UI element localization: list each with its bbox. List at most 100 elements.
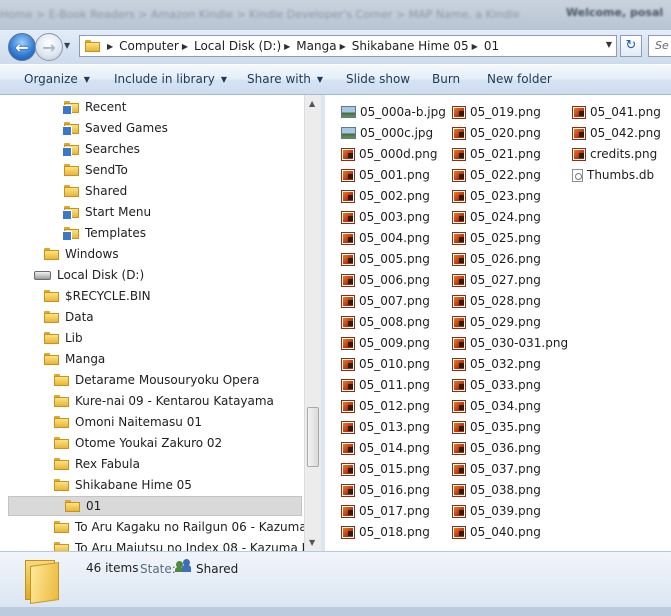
tree-item[interactable]: Saved Games (62, 118, 168, 138)
organize-button[interactable]: Organize ▼ (24, 72, 90, 86)
file-item[interactable]: 05_025.png (452, 228, 541, 248)
chevron-down-icon: ▼ (220, 75, 228, 84)
file-item[interactable]: 05_022.png (452, 165, 541, 185)
file-item[interactable]: 05_011.png (341, 375, 430, 395)
breadcrumb-item[interactable]: ▶ Computer (104, 39, 179, 53)
file-item[interactable]: 05_034.png (452, 396, 541, 416)
tree-item[interactable]: SendTo (64, 160, 128, 180)
file-item[interactable]: 05_004.png (341, 228, 430, 248)
tree-item[interactable]: Rex Fabula (54, 454, 140, 474)
tree-item[interactable]: Manga (44, 349, 105, 369)
file-item[interactable]: 05_000a-b.jpg (341, 102, 446, 122)
file-item[interactable]: 05_000c.jpg (341, 123, 433, 143)
navigation-pane-scrollbar[interactable]: ▲ ▼ (304, 95, 321, 551)
new-folder-button[interactable]: New folder (487, 72, 552, 86)
file-item[interactable]: 05_001.png (341, 165, 430, 185)
file-item[interactable]: 05_036.png (452, 438, 541, 458)
search-input[interactable]: Se (648, 35, 671, 57)
tree-item[interactable]: Otome Youkai Zakuro 02 (54, 433, 222, 453)
file-item[interactable]: 05_026.png (452, 249, 541, 269)
file-item[interactable]: 05_010.png (341, 354, 430, 374)
file-item[interactable]: 05_003.png (341, 207, 430, 227)
file-item[interactable]: 05_038.png (452, 480, 541, 500)
file-item[interactable]: 05_007.png (341, 291, 430, 311)
file-item[interactable]: credits.png (572, 144, 657, 164)
file-item[interactable]: 05_009.png (341, 333, 430, 353)
file-name: 05_014.png (359, 441, 430, 455)
breadcrumb-separator-icon[interactable]: ▶ (284, 42, 290, 51)
file-item[interactable]: 05_028.png (452, 291, 541, 311)
file-item[interactable]: 05_030-031.png (452, 333, 568, 353)
file-item[interactable]: 05_041.png (572, 102, 661, 122)
file-item[interactable]: 05_021.png (452, 144, 541, 164)
file-item[interactable]: 05_002.png (341, 186, 430, 206)
file-item[interactable]: 05_033.png (452, 375, 541, 395)
tree-item[interactable]: Templates (62, 223, 146, 243)
breadcrumb-item[interactable]: ▶ 01 (469, 39, 499, 53)
back-button[interactable]: ← (8, 33, 36, 61)
file-item[interactable]: 05_037.png (452, 459, 541, 479)
tree-item[interactable]: Omoni Naitemasu 01 (54, 412, 202, 432)
tree-item[interactable]: Local Disk (D:) (34, 265, 144, 285)
file-item[interactable]: 05_019.png (452, 102, 541, 122)
png-file-icon (452, 462, 466, 476)
tree-item[interactable]: Start Menu (62, 202, 151, 222)
tree-item[interactable]: Detarame Mousouryoku Opera (54, 370, 259, 390)
address-bar[interactable]: ▶ Computer ▶ Local Disk (D:) ▶ Manga ▶ Shikaban… (79, 35, 617, 57)
tree-item[interactable]: Shared (64, 181, 127, 201)
tree-item[interactable]: To Aru Kagaku no Railgun 06 - Kazuma Kam… (54, 517, 304, 537)
file-item[interactable]: 05_014.png (341, 438, 430, 458)
file-item[interactable]: 05_042.png (572, 123, 661, 143)
tree-item[interactable]: Shikabane Hime 05 (54, 475, 192, 495)
file-item[interactable]: 05_006.png (341, 270, 430, 290)
file-item[interactable]: 05_008.png (341, 312, 430, 332)
tree-item[interactable]: Searches (62, 139, 140, 159)
breadcrumb-item[interactable]: ▶ Manga (281, 39, 336, 53)
file-item[interactable]: 05_023.png (452, 186, 541, 206)
file-item[interactable]: 05_032.png (452, 354, 541, 374)
file-item[interactable]: 05_035.png (452, 417, 541, 437)
file-item[interactable]: 05_012.png (341, 396, 430, 416)
include-in-library-button[interactable]: Include in library ▼ (114, 72, 227, 86)
tree-item[interactable]: Kure-nai 09 - Kentarou Katayama (54, 391, 274, 411)
file-item[interactable]: 05_015.png (341, 459, 430, 479)
tree-item[interactable]: 01 (8, 496, 302, 516)
tree-item[interactable]: To Aru Majutsu no Index 08 - Kazuma Kama… (54, 538, 304, 551)
file-item[interactable]: 05_000d.png (341, 144, 437, 164)
share-with-button[interactable]: Share with ▼ (247, 72, 323, 86)
file-item[interactable]: 05_040.png (452, 522, 541, 542)
address-history-dropdown[interactable]: ▼ (606, 40, 612, 49)
breadcrumb-item[interactable]: ▶ Local Disk (D:) (179, 39, 281, 53)
breadcrumb-separator-icon[interactable]: ▶ (182, 42, 188, 51)
file-item[interactable]: 05_005.png (341, 249, 430, 269)
breadcrumb-separator-icon[interactable]: ▶ (472, 42, 478, 51)
file-item[interactable]: 05_020.png (452, 123, 541, 143)
scroll-down-icon[interactable]: ▼ (309, 538, 315, 547)
file-item[interactable]: 05_029.png (452, 312, 541, 332)
scrollbar-thumb[interactable] (307, 407, 319, 467)
refresh-button[interactable]: ↻ (620, 35, 642, 57)
breadcrumb-separator-icon[interactable]: ▶ (340, 42, 346, 51)
tree-item[interactable]: Data (44, 307, 94, 327)
burn-button[interactable]: Burn (432, 72, 460, 86)
file-item[interactable]: 05_016.png (341, 480, 430, 500)
file-list-pane[interactable]: 05_000a-b.jpg 05_000c.jpg 05_000d.png 05_00… (325, 95, 671, 551)
forward-button[interactable]: → (35, 33, 63, 61)
tree-item[interactable]: $RECYCLE.BIN (44, 286, 151, 306)
breadcrumb-separator-icon[interactable]: ▶ (107, 42, 113, 51)
file-item[interactable]: 05_024.png (452, 207, 541, 227)
recent-pages-dropdown[interactable]: ▼ (64, 41, 74, 51)
scroll-up-icon[interactable]: ▲ (309, 99, 315, 108)
file-item[interactable]: 05_027.png (452, 270, 541, 290)
file-item[interactable]: Thumbs.db (572, 165, 654, 185)
navigation-pane[interactable]: Recent Saved Games Searches SendTo Shared Sta… (0, 95, 304, 551)
file-item[interactable]: 05_039.png (452, 501, 541, 521)
tree-item[interactable]: Windows (44, 244, 119, 264)
file-item[interactable]: 05_013.png (341, 417, 430, 437)
file-item[interactable]: 05_017.png (341, 501, 430, 521)
tree-item[interactable]: Recent (62, 97, 126, 117)
tree-item[interactable]: Lib (44, 328, 83, 348)
file-item[interactable]: 05_018.png (341, 522, 430, 542)
slide-show-button[interactable]: Slide show (346, 72, 410, 86)
breadcrumb-item[interactable]: ▶ Shikabane Hime 05 (337, 39, 469, 53)
